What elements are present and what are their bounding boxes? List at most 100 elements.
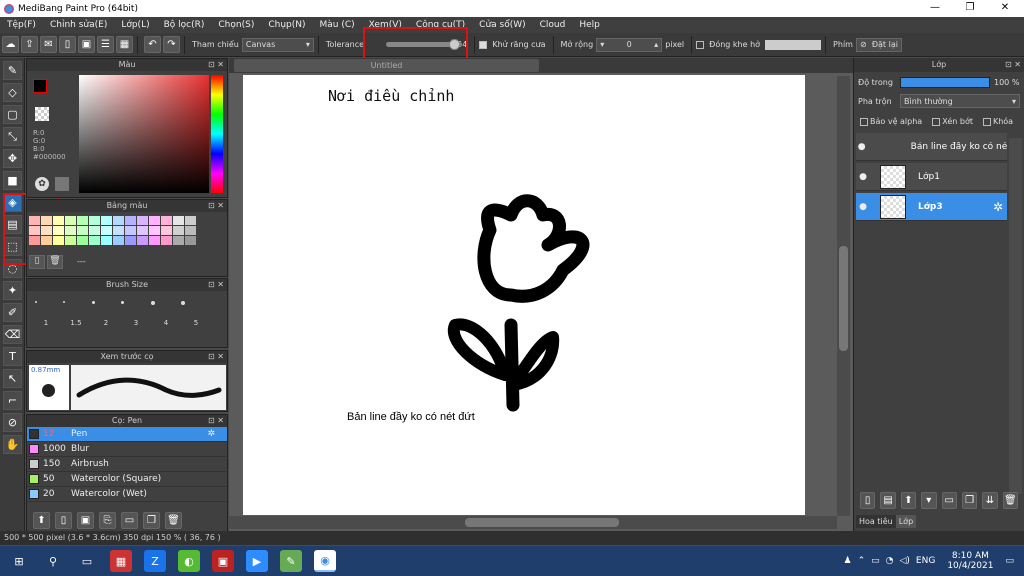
- menu-snap[interactable]: Chụp(N): [261, 20, 312, 30]
- battery-icon[interactable]: ▭: [871, 556, 880, 566]
- menu-select[interactable]: Chọn(S): [211, 20, 261, 30]
- brush-item-watercolor-wet[interactable]: 20 Watercolor (Wet): [27, 487, 227, 502]
- palette-swatch[interactable]: [113, 226, 124, 235]
- magic-wand-tool-icon[interactable]: ✦: [3, 281, 22, 300]
- app-icon-2[interactable]: ◐: [178, 550, 200, 572]
- palette-swatch[interactable]: [65, 226, 76, 235]
- windows-start-icon[interactable]: ⊞: [8, 550, 30, 572]
- palette-swatch[interactable]: [173, 236, 184, 245]
- app-icon-3[interactable]: ▣: [212, 550, 234, 572]
- color-wheel-icon[interactable]: ✿: [35, 177, 49, 191]
- document-tab[interactable]: Untitled: [234, 59, 539, 72]
- cloud-icon[interactable]: ☁: [2, 36, 19, 53]
- brush-item-airbrush[interactable]: 150 Airbrush: [27, 457, 227, 472]
- new-palette-icon[interactable]: ▯: [29, 255, 45, 269]
- undo-icon[interactable]: ↶: [144, 36, 161, 53]
- palette-swatch[interactable]: [185, 226, 196, 235]
- palette-swatch[interactable]: [65, 216, 76, 225]
- palette-swatch[interactable]: [29, 216, 40, 225]
- language-indicator[interactable]: ENG: [916, 556, 935, 566]
- palette-swatch[interactable]: [41, 236, 52, 245]
- select-pen-tool-icon[interactable]: ✐: [3, 303, 22, 322]
- menu-layer[interactable]: Lớp(L): [114, 20, 156, 30]
- menu-file[interactable]: Tệp(F): [0, 20, 43, 30]
- brush-tool-icon[interactable]: ✎: [3, 61, 22, 80]
- vertical-scroll-thumb[interactable]: [839, 246, 848, 351]
- palette-swatch[interactable]: [29, 226, 40, 235]
- tab-navigator[interactable]: Hoa tiêu: [856, 515, 896, 528]
- palette-swatch[interactable]: [125, 216, 136, 225]
- color-mode-icon[interactable]: [55, 177, 69, 191]
- menu-filter[interactable]: Bộ lọc(R): [157, 20, 212, 30]
- clipping-checkbox[interactable]: Xén bớt: [932, 117, 973, 126]
- app-icon-1[interactable]: ▦: [110, 550, 132, 572]
- move-tool-icon[interactable]: ✥: [3, 149, 22, 168]
- palette-swatch[interactable]: [89, 226, 100, 235]
- protect-alpha-checkbox[interactable]: Bảo vệ alpha: [860, 117, 922, 126]
- palette-swatch[interactable]: [125, 236, 136, 245]
- palette-swatch[interactable]: [113, 236, 124, 245]
- lock-checkbox[interactable]: Khóa: [982, 117, 1013, 126]
- notification-icon[interactable]: ▭: [1005, 556, 1014, 566]
- duplicate-layer-icon[interactable]: ❐: [961, 492, 978, 509]
- dropper-tool-icon[interactable]: ⌐: [3, 391, 22, 410]
- close-gap-checkbox[interactable]: [696, 40, 705, 49]
- close-gap-slider[interactable]: [765, 39, 822, 50]
- redo-icon[interactable]: ↷: [163, 36, 180, 53]
- primary-color-swatch[interactable]: [33, 79, 47, 93]
- horizontal-scroll-thumb[interactable]: [465, 518, 619, 527]
- eye-icon[interactable]: ●: [856, 172, 870, 182]
- text-tool-icon[interactable]: T: [3, 347, 22, 366]
- palette-swatch[interactable]: [77, 226, 88, 235]
- canvas-paper[interactable]: Nơi điều chỉnh Bản line đầy ko có nét đứ…: [243, 75, 805, 515]
- palette-swatch[interactable]: [41, 216, 52, 225]
- share-icon[interactable]: ⇪: [21, 36, 38, 53]
- blend-mode-select[interactable]: Bình thường ▾: [900, 94, 1020, 108]
- palette-swatch[interactable]: [101, 236, 112, 245]
- shape-fill-tool-icon[interactable]: ■: [3, 171, 22, 190]
- clock[interactable]: 8:10 AM 10/4/2021: [947, 551, 993, 571]
- palette-swatch[interactable]: [161, 236, 172, 245]
- zoom-icon[interactable]: ▶: [246, 550, 268, 572]
- palette-swatch[interactable]: [101, 216, 112, 225]
- palette-swatch[interactable]: [53, 226, 64, 235]
- brush-item-watercolor-square[interactable]: 50 Watercolor (Square): [27, 472, 227, 487]
- brush-item-blur[interactable]: 1000 Blur: [27, 442, 227, 457]
- opacity-bar[interactable]: [900, 77, 990, 88]
- palette-swatch[interactable]: [41, 226, 52, 235]
- duplicate-icon[interactable]: ❐: [143, 511, 160, 529]
- palette-swatch[interactable]: [173, 226, 184, 235]
- palette-swatch[interactable]: [53, 236, 64, 245]
- hue-slider[interactable]: [211, 75, 223, 193]
- hand-tool-icon[interactable]: ✋: [3, 435, 22, 454]
- list-icon[interactable]: ☰: [97, 36, 114, 53]
- palette-swatch[interactable]: [113, 216, 124, 225]
- new-halftone-layer-icon[interactable]: ▤: [880, 492, 896, 509]
- app-icon-4[interactable]: ✎: [280, 550, 302, 572]
- palette-swatch[interactable]: [149, 236, 160, 245]
- palette-swatch[interactable]: [173, 216, 184, 225]
- layer-row-selected[interactable]: ● Lớp3 ✲: [856, 193, 1007, 221]
- folder-icon[interactable]: ▭: [941, 492, 957, 509]
- rect-tool-icon[interactable]: ▢: [3, 105, 22, 124]
- volume-icon[interactable]: ◁): [899, 556, 909, 566]
- palette-swatch[interactable]: [137, 236, 148, 245]
- search-icon[interactable]: ⚲: [42, 550, 64, 572]
- palette-swatch[interactable]: [65, 236, 76, 245]
- brush-item-pen[interactable]: 12 Pen ✲: [27, 427, 227, 442]
- palette-swatch[interactable]: [137, 216, 148, 225]
- antialias-checkbox[interactable]: [479, 40, 488, 49]
- grid-icon[interactable]: ▦: [116, 36, 133, 53]
- reset-button[interactable]: ⊘ Đặt lại: [855, 37, 902, 52]
- trash-icon[interactable]: 🗑: [165, 511, 182, 529]
- palette-swatch[interactable]: [185, 236, 196, 245]
- minimize-button[interactable]: —: [920, 0, 950, 17]
- brush-size-5[interactable]: 5: [181, 295, 211, 345]
- expand-spinner[interactable]: ▾ 0 ▴: [596, 37, 663, 52]
- folder-icon[interactable]: ▭: [121, 511, 138, 529]
- eye-icon[interactable]: ●: [856, 202, 870, 212]
- palette-swatch[interactable]: [137, 226, 148, 235]
- medibang-icon[interactable]: ◉: [314, 550, 336, 572]
- merge-layer-icon[interactable]: ⇊: [982, 492, 998, 509]
- palette-swatch[interactable]: [161, 216, 172, 225]
